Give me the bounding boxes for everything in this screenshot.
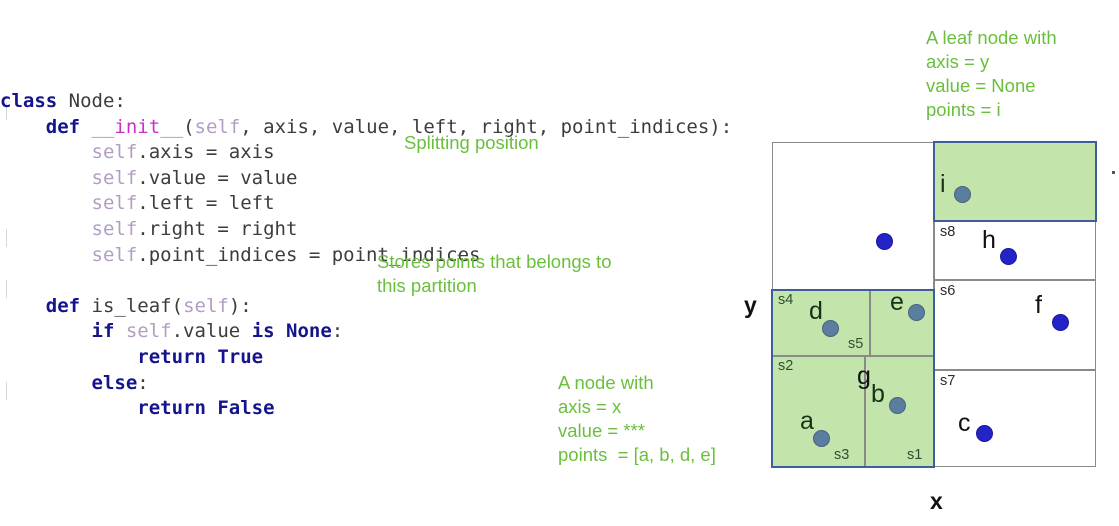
region-cell-top-left: [772, 142, 934, 290]
code-token: __: [160, 115, 184, 138]
point-marker-f: [1052, 314, 1069, 331]
point-marker-a: [813, 430, 830, 447]
code-line: return True: [0, 345, 732, 371]
point-marker-g: [876, 233, 893, 250]
code-token: return False: [137, 397, 275, 420]
code-token: def: [45, 294, 92, 317]
code-token: .value = value: [137, 166, 298, 189]
point-label-c: c: [958, 409, 971, 437]
code-token: :: [137, 371, 149, 394]
region-label-s2: s2: [778, 358, 794, 374]
code-token: self: [91, 166, 138, 189]
code-token: return True: [137, 345, 264, 368]
point-marker-d: [822, 320, 839, 337]
point-label-f: f: [1035, 291, 1042, 319]
code-token: if: [91, 320, 126, 343]
region-cell-i-leaf: [934, 142, 1096, 221]
point-label-g: g: [857, 362, 871, 390]
code-line: def is_leaf(self):: [0, 294, 732, 320]
code-token: :: [114, 90, 126, 112]
annotation-leaf-description: A leaf node with axis = y value = None p…: [926, 27, 1057, 120]
point-label-d: d: [809, 297, 823, 325]
axis-label-y: y: [744, 292, 757, 318]
code-token: is None: [251, 320, 332, 343]
region-label-s6: s6: [940, 283, 956, 299]
code-token: __: [91, 115, 115, 138]
code-token: self: [194, 115, 241, 138]
code-token: init: [114, 115, 161, 138]
code-token: .value: [171, 320, 252, 343]
code-line: if self.value is None:: [0, 319, 732, 345]
code-line: self.left = left: [0, 191, 732, 217]
code-line: self.point_indices = point_indices: [0, 243, 732, 269]
code-token: else: [91, 371, 138, 394]
code-line: self.axis = axis: [0, 140, 732, 166]
point-marker-c: [976, 425, 993, 442]
kd-tree-partition-diagram: s4 s5 s2 s3 s1 s8 s6 s7 g i h f c d e b …: [771, 141, 1115, 468]
code-token: .right = right: [137, 217, 298, 240]
region-label-s8: s8: [940, 224, 956, 240]
region-cell-s6: [934, 280, 1096, 370]
point-label-e: e: [890, 288, 904, 316]
point-marker-e: [908, 304, 925, 321]
point-label-a: a: [800, 407, 814, 435]
region-label-s5: s5: [848, 336, 864, 352]
code-token: self: [91, 141, 138, 164]
code-line: self.value = value: [0, 166, 732, 192]
code-token: class: [0, 90, 69, 112]
code-token: (: [183, 115, 195, 138]
code-token: self: [91, 217, 138, 240]
region-label-s3: s3: [834, 447, 850, 463]
code-line: class Node:: [0, 89, 732, 115]
code-token: self: [91, 243, 138, 266]
code-line: self.right = right: [0, 217, 732, 243]
code-token: Node: [68, 90, 115, 112]
code-token: (: [171, 294, 184, 317]
point-label-i: i: [940, 170, 946, 198]
annotation-stores-points: Stores points that belongs to this parti…: [377, 251, 612, 296]
region-label-s7: s7: [940, 373, 956, 389]
code-token: self: [91, 192, 138, 215]
code-token: is_leaf: [91, 294, 172, 317]
region-label-s4: s4: [778, 292, 794, 308]
point-marker-i: [954, 186, 971, 203]
code-line: def __init__(self, axis, value, left, ri…: [0, 115, 732, 141]
code-token: :: [331, 320, 344, 343]
code-token: .left = left: [137, 192, 275, 215]
code-token: .axis = axis: [137, 141, 275, 164]
point-marker-h: [1000, 248, 1017, 265]
point-marker-b: [889, 397, 906, 414]
code-token: ):: [228, 294, 252, 317]
axis-label-x: x: [930, 488, 943, 514]
edge-tick-mark: [1112, 171, 1115, 174]
annotation-node-description: A node with axis = x value = *** points …: [558, 372, 716, 465]
annotation-splitting-position: Splitting position: [404, 132, 539, 153]
region-label-s1: s1: [907, 447, 923, 463]
code-token: self: [125, 320, 172, 343]
point-label-b: b: [871, 380, 885, 408]
code-token: self: [183, 294, 229, 317]
code-token: def: [45, 115, 92, 138]
point-label-h: h: [982, 226, 996, 254]
